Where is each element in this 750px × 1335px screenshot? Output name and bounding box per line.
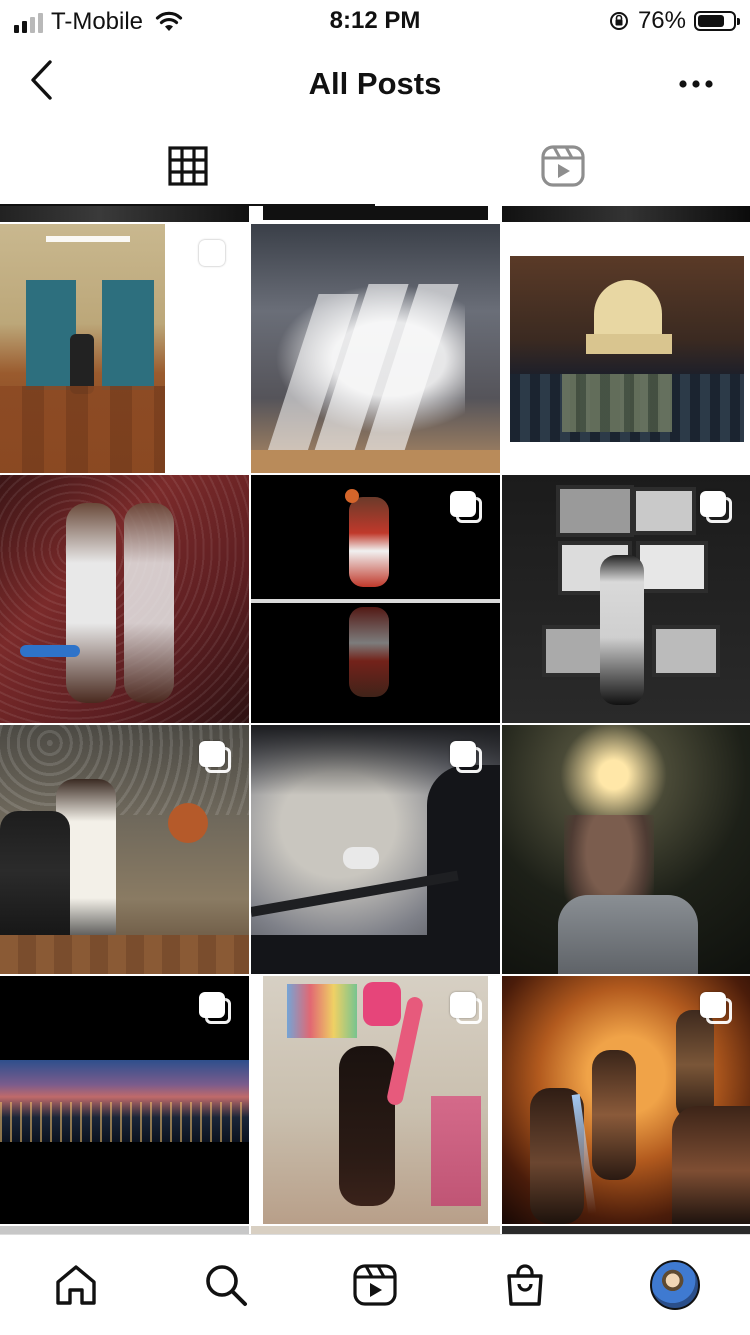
multiple-photos-icon bbox=[450, 491, 484, 525]
post-tile[interactable] bbox=[0, 725, 249, 974]
header: All Posts bbox=[0, 42, 750, 126]
post-tile[interactable] bbox=[502, 976, 750, 1224]
multiple-photos-icon bbox=[450, 992, 484, 1026]
nav-home[interactable] bbox=[48, 1257, 104, 1313]
post-tile[interactable] bbox=[251, 725, 500, 974]
post-tile[interactable] bbox=[502, 475, 750, 723]
search-icon bbox=[206, 1265, 247, 1306]
post-tile-partial[interactable] bbox=[502, 1226, 750, 1234]
content-tabs bbox=[0, 126, 750, 206]
avatar bbox=[650, 1260, 700, 1310]
post-tile-partial[interactable] bbox=[251, 1226, 500, 1234]
home-icon bbox=[56, 1265, 96, 1305]
nav-profile[interactable] bbox=[647, 1257, 703, 1313]
nav-shop[interactable] bbox=[497, 1257, 553, 1313]
status-bar: T-Mobile 8:12 PM 76% bbox=[0, 0, 750, 42]
more-horizontal-icon bbox=[679, 80, 713, 88]
post-tile-partial[interactable] bbox=[0, 1226, 249, 1234]
post-tile-partial[interactable] bbox=[0, 206, 249, 222]
status-right: 76% bbox=[608, 7, 740, 35]
post-tile[interactable] bbox=[251, 475, 500, 723]
post-tile[interactable] bbox=[251, 976, 500, 1224]
tab-reels[interactable] bbox=[375, 126, 750, 206]
tab-posts-grid[interactable] bbox=[0, 126, 375, 206]
posts-grid bbox=[0, 206, 750, 1234]
battery-fill bbox=[698, 15, 724, 27]
post-tile-partial[interactable] bbox=[251, 206, 500, 222]
multiple-photos-icon bbox=[199, 741, 233, 775]
multiple-photos-icon bbox=[199, 240, 233, 274]
nav-reels[interactable] bbox=[347, 1257, 403, 1313]
nav-search[interactable] bbox=[198, 1257, 254, 1313]
multiple-photos-icon bbox=[199, 992, 233, 1026]
post-tile[interactable] bbox=[0, 976, 249, 1224]
multiple-photos-icon bbox=[700, 491, 734, 525]
post-tile[interactable] bbox=[0, 224, 249, 473]
orientation-lock-icon bbox=[609, 12, 628, 30]
post-tile[interactable] bbox=[502, 725, 750, 974]
post-tile[interactable] bbox=[0, 475, 249, 723]
bottom-navigation bbox=[0, 1234, 750, 1335]
multiple-photos-icon bbox=[450, 741, 484, 775]
page-title: All Posts bbox=[308, 66, 442, 101]
reels-icon bbox=[353, 1264, 397, 1306]
reels-icon bbox=[540, 145, 585, 187]
battery-icon bbox=[694, 11, 740, 31]
post-tile[interactable] bbox=[251, 224, 500, 473]
more-options-button[interactable] bbox=[672, 64, 720, 104]
post-tile[interactable] bbox=[502, 224, 750, 473]
shopping-bag-icon bbox=[507, 1264, 543, 1306]
multiple-photos-icon bbox=[700, 992, 734, 1026]
grid-icon bbox=[167, 146, 208, 186]
battery-percent: 76% bbox=[637, 7, 686, 34]
post-tile-partial[interactable] bbox=[502, 206, 750, 222]
